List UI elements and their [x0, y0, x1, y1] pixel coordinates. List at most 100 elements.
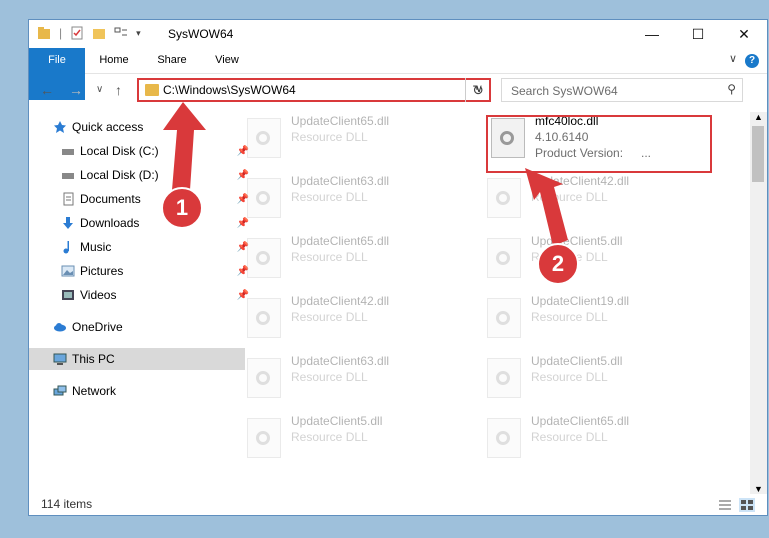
up-arrow-icon[interactable]: ↑: [115, 82, 122, 98]
file-type: Resource DLL: [531, 190, 608, 204]
file-type: Resource DLL: [291, 310, 368, 324]
window-title: SysWOW64: [168, 27, 234, 41]
file-name: UpdateClient65.dll: [291, 114, 390, 128]
recent-locations-icon[interactable]: ∨: [96, 84, 103, 95]
item-count: 114 items: [41, 497, 93, 511]
explorer-window: | ▾ SysWOW64 — ☐ ✕ File Home Share View …: [28, 19, 768, 516]
tab-view[interactable]: View: [203, 48, 251, 73]
file-item[interactable]: UpdateClient65.dll Resource DLL: [241, 112, 471, 164]
navigation-bar: ← → ∨ ↑ C:\Windows\SysWOW64 ∨ ↻ Search S…: [29, 74, 767, 108]
file-item[interactable]: UpdateClient5.dll Resource DLL: [481, 232, 711, 284]
search-input[interactable]: Search SysWOW64 ⚲: [501, 78, 743, 102]
dll-file-icon: [247, 358, 281, 398]
scroll-up-icon[interactable]: ▲: [754, 112, 763, 122]
address-bar[interactable]: C:\Windows\SysWOW64 ∨: [137, 78, 491, 102]
download-icon: [63, 217, 73, 229]
folder-icon: [145, 84, 159, 96]
separator: |: [59, 26, 63, 40]
drive-icon: [62, 173, 74, 179]
navigation-pane: Quick access Local Disk (C:) 📌 Local Dis…: [29, 112, 249, 492]
properties-icon[interactable]: [70, 26, 84, 40]
sidebar-item-videos[interactable]: Videos 📌: [29, 284, 253, 306]
videos-icon: [62, 290, 74, 300]
file-name: UpdateClient65.dll: [291, 234, 390, 248]
music-icon: [63, 241, 69, 254]
tiles-view-icon[interactable]: [739, 498, 755, 512]
sidebar-item-label: Videos: [80, 288, 117, 302]
sidebar-item-music[interactable]: Music 📌: [29, 236, 253, 258]
ribbon-tabs: File Home Share View: [29, 48, 767, 100]
customize-toolbar-icon[interactable]: [114, 26, 128, 40]
sidebar-item-label: Documents: [80, 192, 141, 206]
file-item[interactable]: UpdateClient65.dll Resource DLL: [241, 232, 471, 284]
file-item[interactable]: UpdateClient63.dll Resource DLL: [241, 352, 471, 404]
file-name: UpdateClient5.dll: [531, 234, 623, 248]
sidebar-item-network[interactable]: Network: [29, 380, 245, 402]
file-item[interactable]: UpdateClient65.dll Resource DLL: [481, 412, 711, 464]
file-type: Resource DLL: [291, 370, 368, 384]
scrollbar-thumb[interactable]: [752, 126, 764, 182]
dll-file-icon: [247, 178, 281, 218]
new-folder-icon[interactable]: [92, 26, 106, 40]
dropdown-arrow-icon[interactable]: ▾: [136, 28, 141, 39]
dll-file-icon: [487, 298, 521, 338]
ribbon-expand-icon[interactable]: ∨: [729, 52, 737, 65]
sidebar-item-this-pc[interactable]: This PC: [29, 348, 245, 370]
file-type: Resource DLL: [291, 190, 368, 204]
dll-file-icon: [247, 298, 281, 338]
file-item[interactable]: UpdateClient42.dll Resource DLL: [241, 292, 471, 344]
sidebar-item-label: Pictures: [80, 264, 124, 278]
file-type: Resource DLL: [291, 430, 368, 444]
step-1-callout: 1: [161, 187, 203, 229]
dll-file-icon: [487, 178, 521, 218]
back-arrow-icon[interactable]: ←: [40, 82, 54, 98]
search-placeholder: Search SysWOW64: [511, 84, 618, 98]
sidebar-item-label: Local Disk (C:): [80, 144, 159, 158]
network-icon: [53, 385, 67, 396]
star-icon: [54, 121, 66, 133]
sidebar-item-onedrive[interactable]: OneDrive: [29, 316, 245, 338]
address-path: C:\Windows\SysWOW64: [163, 83, 296, 97]
folder-icon[interactable]: [37, 26, 51, 40]
vertical-scrollbar[interactable]: ▲ ▼: [750, 112, 767, 494]
file-item[interactable]: UpdateClient5.dll Resource DLL: [481, 352, 711, 404]
drive-icon: [62, 149, 74, 155]
file-name: UpdateClient63.dll: [291, 354, 390, 368]
refresh-icon[interactable]: ↻: [465, 78, 490, 102]
dll-file-icon: [487, 418, 521, 458]
forward-arrow-icon[interactable]: →: [69, 82, 83, 98]
sidebar-item-quick-access[interactable]: Quick access: [29, 116, 245, 138]
tab-home[interactable]: Home: [89, 48, 139, 73]
sidebar-item-label: Downloads: [80, 216, 140, 230]
sidebar-item-downloads[interactable]: Downloads 📌: [29, 212, 253, 234]
search-icon: ⚲: [727, 82, 736, 96]
file-name: UpdateClient42.dll: [531, 174, 630, 188]
dll-file-icon: [487, 238, 521, 278]
scroll-down-icon[interactable]: ▼: [754, 484, 763, 494]
file-type: Resource DLL: [291, 250, 368, 264]
maximize-button[interactable]: ☐: [675, 20, 721, 48]
file-item[interactable]: UpdateClient5.dll Resource DLL: [241, 412, 471, 464]
file-item[interactable]: UpdateClient42.dll Resource DLL: [481, 172, 711, 224]
tab-share[interactable]: Share: [147, 48, 197, 73]
file-name: UpdateClient19.dll: [531, 294, 630, 308]
sidebar-item-local-disk-d[interactable]: Local Disk (D:) 📌: [29, 164, 253, 186]
file-item[interactable]: UpdateClient63.dll Resource DLL: [241, 172, 471, 224]
file-type: Resource DLL: [531, 370, 608, 384]
dll-file-icon: [247, 118, 281, 158]
file-name: UpdateClient5.dll: [291, 414, 383, 428]
sidebar-item-pictures[interactable]: Pictures 📌: [29, 260, 253, 282]
close-button[interactable]: ✕: [721, 20, 767, 48]
sidebar-item-documents[interactable]: Documents 📌: [29, 188, 253, 210]
selected-file-highlight: [486, 115, 712, 173]
sidebar-item-local-disk-c[interactable]: Local Disk (C:) 📌: [29, 140, 253, 162]
sidebar-item-label: OneDrive: [72, 320, 123, 334]
sidebar-item-label: Quick access: [72, 120, 144, 134]
sidebar-item-label: This PC: [72, 352, 115, 366]
file-name: UpdateClient42.dll: [291, 294, 390, 308]
help-icon[interactable]: ?: [745, 54, 759, 68]
file-name: UpdateClient63.dll: [291, 174, 390, 188]
details-view-icon[interactable]: [717, 498, 733, 512]
file-item[interactable]: UpdateClient19.dll Resource DLL: [481, 292, 711, 344]
minimize-button[interactable]: —: [629, 20, 675, 48]
